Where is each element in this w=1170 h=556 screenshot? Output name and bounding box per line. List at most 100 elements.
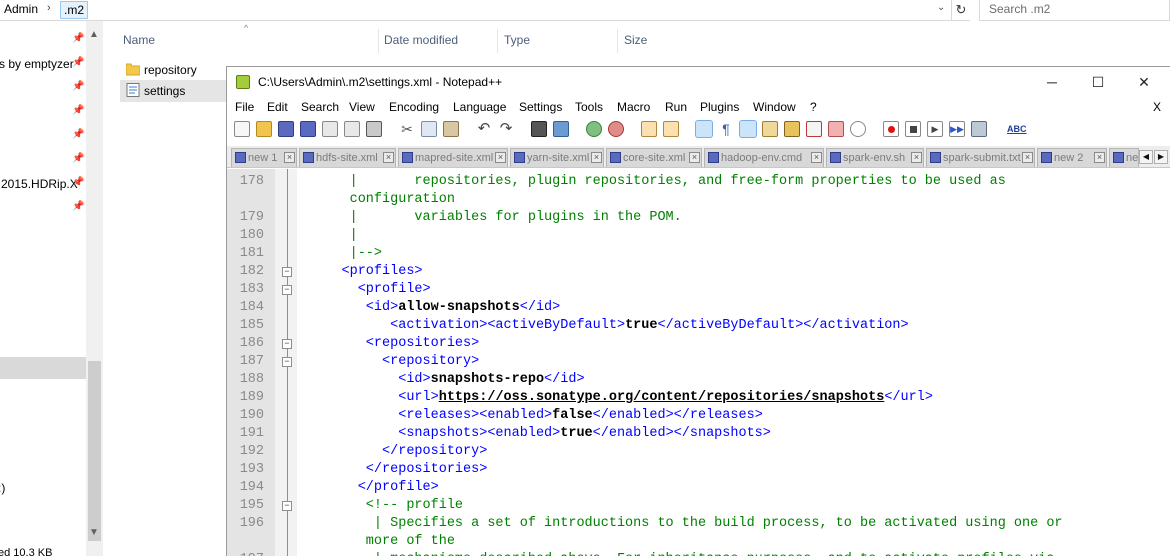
breadcrumb-m2[interactable]: .m2 (60, 1, 89, 19)
menu-macro[interactable]: Macro (617, 100, 650, 114)
column-size[interactable]: Size (624, 33, 647, 47)
tab-partial[interactable]: ne (1109, 148, 1139, 167)
record-macro-icon[interactable] (883, 121, 899, 137)
search-input[interactable]: Search .m2 (979, 0, 1170, 21)
pin-icon[interactable]: 📌 (72, 177, 84, 188)
tab-yarn-site[interactable]: yarn-site.xml × (510, 148, 604, 167)
nav-item[interactable]: s by emptyzer (0, 57, 74, 71)
save-macro-icon[interactable] (971, 121, 987, 137)
close-tab-icon[interactable]: × (811, 152, 822, 163)
new-file-icon[interactable] (234, 121, 250, 137)
sync-horizontal-icon[interactable] (663, 121, 679, 137)
tab-mapred-site[interactable]: mapred-site.xml × (398, 148, 508, 167)
undo-icon[interactable]: ↶ (476, 121, 492, 137)
column-name[interactable]: Name (123, 33, 155, 47)
close-tab-icon[interactable]: × (689, 152, 700, 163)
code-line[interactable]: 179 | variables for plugins in the POM. (227, 209, 1170, 227)
code-line[interactable]: 178 | repositories, plugin repositories,… (227, 173, 1170, 191)
fold-minus-icon[interactable]: − (282, 339, 292, 349)
paste-icon[interactable] (443, 121, 459, 137)
close-tab-icon[interactable]: × (911, 152, 922, 163)
word-wrap-icon[interactable] (695, 120, 713, 138)
print-icon[interactable] (366, 121, 382, 137)
code-line[interactable]: 181 |--> (227, 245, 1170, 263)
breadcrumb-admin[interactable]: Admin (4, 2, 38, 16)
pin-icon[interactable]: 📌 (72, 153, 84, 164)
fold-minus-icon[interactable]: − (282, 267, 292, 277)
find-icon[interactable] (531, 121, 547, 137)
code-line[interactable]: configuration (227, 191, 1170, 209)
pin-icon[interactable]: 📌 (72, 33, 84, 44)
save-all-icon[interactable] (300, 121, 316, 137)
close-tab-icon[interactable]: × (284, 152, 295, 163)
code-line[interactable]: 185 <activation><activeByDefault>true</a… (227, 317, 1170, 335)
close-button[interactable]: ✕ (1121, 71, 1167, 93)
tab-scroll-right-icon[interactable]: ▶ (1154, 150, 1168, 164)
user-defined-language-icon[interactable] (762, 121, 778, 137)
chevron-down-icon[interactable]: ⌄ (937, 2, 945, 13)
close-tab-icon[interactable]: × (1094, 152, 1105, 163)
file-row-settings[interactable]: settings (120, 80, 230, 102)
column-type[interactable]: Type (504, 33, 530, 47)
nav-item[interactable]: :) (0, 481, 5, 495)
close-document-button[interactable]: X (1153, 100, 1161, 114)
menu-plugins[interactable]: Plugins (700, 100, 739, 114)
code-editor[interactable]: 178 | repositories, plugin repositories,… (227, 169, 1170, 556)
refresh-icon[interactable]: ↻ (951, 0, 970, 21)
close-tab-icon[interactable]: × (591, 152, 602, 163)
code-line[interactable]: 183 − <profile> (227, 281, 1170, 299)
url-link[interactable]: https://oss.sonatype.org/content/reposit… (439, 390, 885, 405)
menu-run[interactable]: Run (665, 100, 687, 114)
code-line[interactable]: 187 − <repository> (227, 353, 1170, 371)
document-map-icon[interactable] (784, 121, 800, 137)
fold-minus-icon[interactable]: − (282, 501, 292, 511)
run-macro-multiple-icon[interactable]: ▶▶ (949, 121, 965, 137)
maximize-button[interactable]: ☐ (1075, 71, 1121, 93)
save-icon[interactable] (278, 121, 294, 137)
redo-icon[interactable]: ↷ (498, 121, 514, 137)
title-bar[interactable]: C:\Users\Admin\.m2\settings.xml - Notepa… (227, 67, 1170, 97)
function-list-icon[interactable] (806, 121, 822, 137)
column-divider[interactable] (378, 29, 379, 53)
pin-icon[interactable]: 📌 (72, 201, 84, 212)
scroll-up-icon[interactable]: ▲ (89, 29, 99, 40)
code-line[interactable]: 188 <id>snapshots-repo</id> (227, 371, 1170, 389)
close-file-icon[interactable] (322, 121, 338, 137)
scrollbar-thumb[interactable] (88, 361, 101, 541)
tab-new-1[interactable]: new 1 × (231, 148, 297, 167)
sync-vertical-icon[interactable] (641, 121, 657, 137)
code-line[interactable]: 196 | Specifies a set of introductions t… (227, 515, 1170, 533)
nav-item-selected[interactable] (0, 357, 86, 379)
monitoring-icon[interactable] (850, 121, 866, 137)
code-line[interactable]: 194 </profile> (227, 479, 1170, 497)
code-line[interactable]: 195 − <!-- profile (227, 497, 1170, 515)
pin-icon[interactable]: 📌 (72, 129, 84, 140)
code-line[interactable]: 193 </repositories> (227, 461, 1170, 479)
zoom-out-icon[interactable] (608, 121, 624, 137)
stop-macro-icon[interactable] (905, 121, 921, 137)
menu-settings[interactable]: Settings (519, 100, 562, 114)
menu-window[interactable]: Window (753, 100, 796, 114)
replace-icon[interactable] (553, 121, 569, 137)
scroll-down-icon[interactable]: ▼ (89, 527, 99, 538)
zoom-in-icon[interactable] (586, 121, 602, 137)
menu-file[interactable]: File (235, 100, 254, 114)
fold-minus-icon[interactable]: − (282, 357, 292, 367)
indent-guide-icon[interactable] (739, 120, 757, 138)
cut-icon[interactable]: ✂ (399, 121, 415, 137)
code-line[interactable]: 180 | (227, 227, 1170, 245)
code-line[interactable]: 182 − <profiles> (227, 263, 1170, 281)
folder-as-workspace-icon[interactable] (828, 121, 844, 137)
tab-new-2[interactable]: new 2 × (1037, 148, 1107, 167)
column-divider[interactable] (497, 29, 498, 53)
tab-spark-env[interactable]: spark-env.sh × (826, 148, 924, 167)
show-all-characters-icon[interactable]: ¶ (718, 121, 734, 137)
menu-language[interactable]: Language (453, 100, 506, 114)
column-date-modified[interactable]: Date modified (384, 33, 458, 47)
tab-hadoop-env[interactable]: hadoop-env.cmd × (704, 148, 824, 167)
tab-scroll-left-icon[interactable]: ◀ (1139, 150, 1153, 164)
menu-tools[interactable]: Tools (575, 100, 603, 114)
code-line[interactable]: 197 | mechanisms described above. For in… (227, 551, 1170, 556)
code-line[interactable]: 186 − <repositories> (227, 335, 1170, 353)
code-line[interactable]: 191 <snapshots><enabled>true</enabled></… (227, 425, 1170, 443)
